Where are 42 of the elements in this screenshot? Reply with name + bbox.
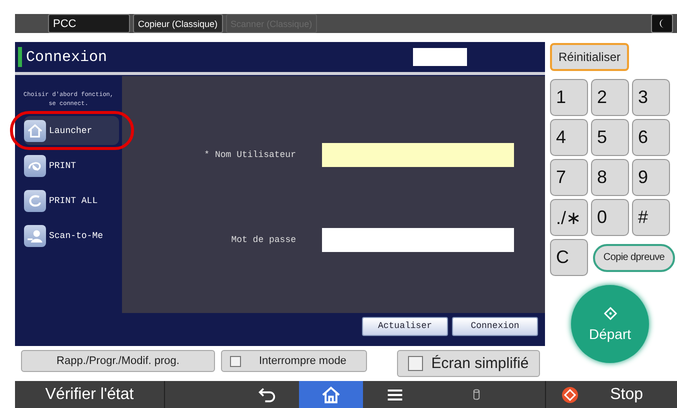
keypad-key[interactable]: 1 xyxy=(550,79,588,116)
title-marker xyxy=(18,47,22,68)
panel-title: Connexion xyxy=(26,48,108,66)
reset-button[interactable]: Réinitialiser xyxy=(550,43,629,72)
username-field[interactable] xyxy=(322,143,514,168)
cylinder-icon xyxy=(473,389,480,400)
proof-copy-button[interactable]: Copie dpreuve xyxy=(593,244,675,272)
keypad-key[interactable]: C xyxy=(550,239,588,276)
keypad-key[interactable]: 6 xyxy=(632,119,670,156)
night-mode-button[interactable] xyxy=(651,14,673,34)
function-item[interactable]: PRINT ALL xyxy=(24,186,119,216)
keypad-key[interactable]: 9 xyxy=(632,159,670,196)
house-icon xyxy=(26,122,44,140)
home-icon xyxy=(322,386,340,404)
stop-icon xyxy=(562,386,578,402)
keypad-key[interactable]: 8 xyxy=(591,159,629,196)
blank-field xyxy=(413,48,467,66)
function-item[interactable]: Scan-to-Me xyxy=(24,221,119,250)
mode-tab[interactable]: PCC xyxy=(48,14,130,34)
program-button[interactable]: Rapp./Progr./Modif. prog. xyxy=(21,350,215,372)
function-item[interactable]: Launcher xyxy=(24,116,119,146)
back-arrow-icon xyxy=(258,386,276,404)
checkbox-button[interactable]: Écran simplifié xyxy=(397,350,540,377)
keypad-key[interactable]: # xyxy=(632,199,670,236)
keypad-key[interactable]: 2 xyxy=(591,79,629,116)
keypad-key[interactable]: 4 xyxy=(550,119,588,156)
field-label: * Nom Utilisateur xyxy=(203,150,296,160)
keypad-key[interactable]: 5 xyxy=(591,119,629,156)
action-button[interactable]: Actualiser xyxy=(362,316,448,336)
password-field[interactable] xyxy=(322,228,514,252)
keypad-key[interactable]: 7 xyxy=(550,159,588,196)
diamond-icon xyxy=(604,306,616,320)
checkbox-button[interactable]: Interrompre mode xyxy=(221,350,367,372)
keypad-key[interactable]: ./∗ xyxy=(550,199,588,236)
keypad-key[interactable]: 3 xyxy=(632,79,670,116)
mode-tab[interactable]: Copieur (Classique) xyxy=(133,14,223,34)
keypad-key[interactable]: 0 xyxy=(591,199,629,236)
action-button[interactable]: Connexion xyxy=(452,316,538,336)
moon-icon xyxy=(658,18,666,30)
nav-button[interactable] xyxy=(299,381,363,408)
field-label: Mot de passe xyxy=(230,235,296,246)
function-item[interactable]: PRINT xyxy=(24,151,119,180)
